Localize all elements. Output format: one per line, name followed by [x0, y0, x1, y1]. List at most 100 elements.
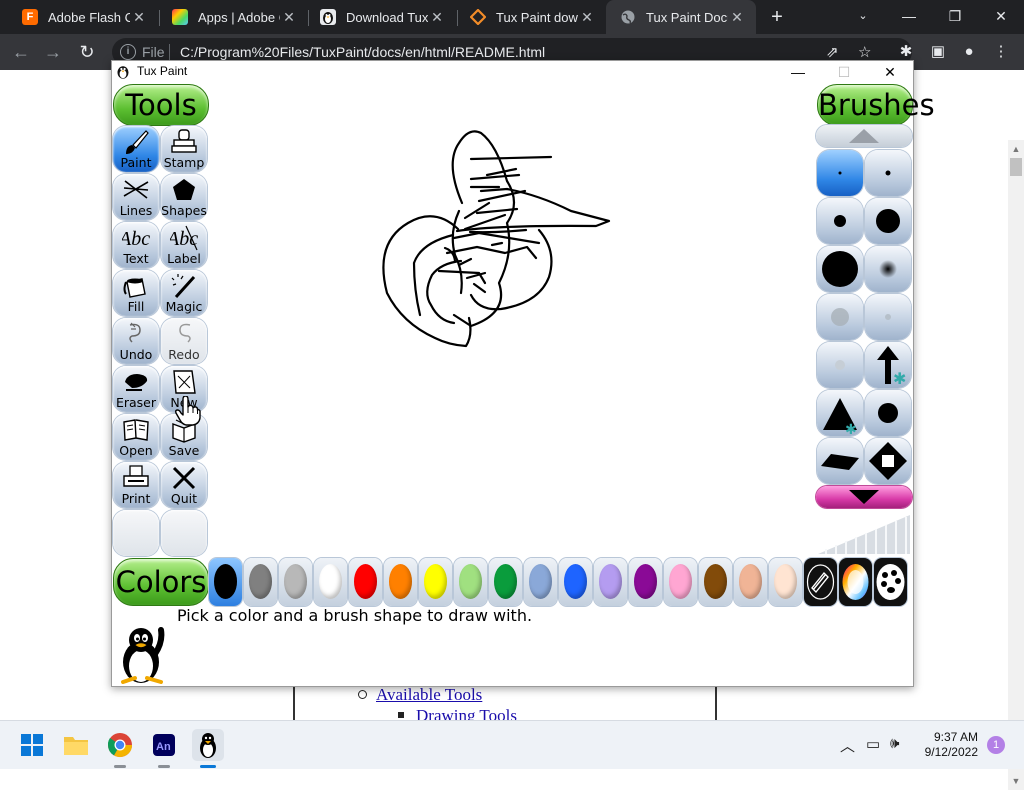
brush-soft-gray[interactable]: [817, 294, 863, 340]
restore-icon[interactable]: ❐: [932, 0, 978, 34]
text-icon: Abc: [122, 228, 150, 250]
brush-huge-dot[interactable]: [817, 246, 863, 292]
tool-print[interactable]: Print: [113, 462, 159, 508]
scroll-down-arrow-icon[interactable]: ▼: [1008, 774, 1024, 788]
color-swatch-brown[interactable]: [699, 558, 732, 606]
extensions-icon[interactable]: ✱: [895, 42, 917, 62]
tool-quit[interactable]: Quit: [161, 462, 207, 508]
tool-undo[interactable]: Undo: [113, 318, 159, 364]
brush-scroll-down-button[interactable]: [816, 486, 912, 508]
color-swatch-red[interactable]: [349, 558, 382, 606]
file-explorer-icon[interactable]: [60, 729, 92, 761]
back-arrow-icon[interactable]: ←: [8, 40, 34, 64]
tux-paint-taskbar-icon[interactable]: [192, 729, 224, 761]
brush-round[interactable]: [865, 390, 911, 436]
color-picker-rainbow[interactable]: [839, 558, 872, 606]
tool-redo[interactable]: Redo: [161, 318, 207, 364]
color-swatch-lavender[interactable]: [594, 558, 627, 606]
browser-tab-tux-paint-docs[interactable]: Tux Paint Docu ✕: [606, 0, 756, 34]
chevron-up-icon[interactable]: ︿: [840, 735, 855, 756]
volume-icon[interactable]: 🕪: [890, 735, 899, 752]
menu-kebab-icon[interactable]: ⋮: [990, 42, 1012, 62]
tool-paint[interactable]: Paint: [113, 126, 159, 172]
browser-tab-adobe-apps[interactable]: Apps | Adobe C ✕: [158, 0, 308, 34]
color-swatch-white[interactable]: [314, 558, 347, 606]
color-swatch-dark-green[interactable]: [489, 558, 522, 606]
color-swatch-pink[interactable]: [664, 558, 697, 606]
close-icon[interactable]: ✕: [867, 61, 913, 83]
bookmark-star-icon[interactable]: ☆: [858, 43, 871, 61]
side-panel-icon[interactable]: ▣: [927, 42, 949, 62]
notification-badge[interactable]: 1: [987, 736, 1005, 754]
drawing-canvas[interactable]: [209, 83, 816, 557]
tool-eraser[interactable]: Eraser: [113, 366, 159, 412]
tool-label[interactable]: Abc Label: [161, 222, 207, 268]
close-icon[interactable]: ✕: [280, 9, 298, 26]
brush-tiny-dot[interactable]: [817, 150, 863, 196]
new-tab-button[interactable]: +: [766, 6, 788, 28]
color-swatch-black[interactable]: [209, 558, 242, 606]
tool-open[interactable]: Open: [113, 414, 159, 460]
tux-paint-window: Tux Paint — ☐ ✕ Tools Paint Stamp Lines …: [111, 60, 935, 687]
brush-size-selector[interactable]: [816, 511, 912, 556]
close-icon[interactable]: ✕: [728, 9, 746, 26]
tool-fill[interactable]: Fill: [113, 270, 159, 316]
address-url[interactable]: C:/Program%20Files/TuxPaint/docs/en/html…: [180, 44, 545, 60]
network-icon[interactable]: ▭: [866, 735, 880, 753]
page-scrollbar[interactable]: ▲ ▼: [1008, 140, 1024, 790]
scrollbar-thumb[interactable]: [1010, 158, 1022, 176]
brush-scroll-up-button[interactable]: [816, 125, 912, 147]
color-picker-mixer[interactable]: [874, 558, 907, 606]
color-picker-eyedropper[interactable]: [804, 558, 837, 606]
close-window-icon[interactable]: ✕: [978, 0, 1024, 34]
color-swatch-yellow[interactable]: [419, 558, 452, 606]
brush-triangle[interactable]: ✱: [817, 390, 863, 436]
browser-tab-download-tux[interactable]: Download Tux P ✕: [306, 0, 456, 34]
browser-tab-tux-paint-download[interactable]: Tux Paint downl ✕: [456, 0, 606, 34]
brush-small-dot[interactable]: [865, 150, 911, 196]
maximize-icon[interactable]: ☐: [821, 61, 867, 83]
close-icon[interactable]: ✕: [130, 9, 148, 26]
dot-icon: [838, 171, 842, 175]
color-swatch-beige[interactable]: [769, 558, 802, 606]
color-swatch-light-green[interactable]: [454, 558, 487, 606]
brush-diamond[interactable]: [865, 438, 911, 484]
brush-slant[interactable]: [817, 438, 863, 484]
color-swatch-dark-gray[interactable]: [244, 558, 277, 606]
close-icon[interactable]: ✕: [578, 9, 596, 26]
reload-icon[interactable]: ↻: [74, 40, 100, 64]
minimize-icon[interactable]: —: [886, 0, 932, 34]
available-tools-link[interactable]: Available Tools: [376, 685, 482, 705]
close-icon[interactable]: ✕: [428, 9, 446, 26]
brush-fuzzy-dot[interactable]: [865, 246, 911, 292]
color-swatch-blue[interactable]: [559, 558, 592, 606]
color-swatch-tan[interactable]: [734, 558, 767, 606]
tool-text[interactable]: Abc Text: [113, 222, 159, 268]
pentagon-icon: [173, 179, 195, 200]
forward-arrow-icon[interactable]: →: [40, 40, 66, 64]
brush-arrow[interactable]: ✱: [865, 342, 911, 388]
info-icon[interactable]: i: [120, 44, 136, 60]
color-swatch-orange[interactable]: [384, 558, 417, 606]
brush-medium-dot[interactable]: [817, 198, 863, 244]
tab-search-icon[interactable]: ⌄: [840, 0, 886, 34]
chrome-icon[interactable]: [104, 729, 136, 761]
tool-lines[interactable]: Lines: [113, 174, 159, 220]
system-clock[interactable]: 9:37 AM 9/12/2022: [914, 730, 978, 760]
color-swatch-purple[interactable]: [629, 558, 662, 606]
scroll-up-arrow-icon[interactable]: ▲: [1008, 142, 1024, 156]
color-swatch-light-gray[interactable]: [279, 558, 312, 606]
tool-stamp[interactable]: Stamp: [161, 126, 207, 172]
windows-start-icon[interactable]: [16, 729, 48, 761]
brush-soft-small[interactable]: [865, 294, 911, 340]
tool-shapes[interactable]: Shapes: [161, 174, 207, 220]
profile-icon[interactable]: ●: [958, 42, 980, 62]
tool-magic[interactable]: Magic: [161, 270, 207, 316]
brush-faint-dot[interactable]: [817, 342, 863, 388]
color-swatch-sky-blue[interactable]: [524, 558, 557, 606]
adobe-animate-icon[interactable]: An: [148, 729, 180, 761]
minimize-icon[interactable]: —: [775, 61, 821, 83]
browser-tab-adobe-flash[interactable]: F Adobe Flash CS ✕: [8, 0, 158, 34]
brush-large-dot[interactable]: [865, 198, 911, 244]
share-icon[interactable]: ⇗: [826, 43, 839, 61]
